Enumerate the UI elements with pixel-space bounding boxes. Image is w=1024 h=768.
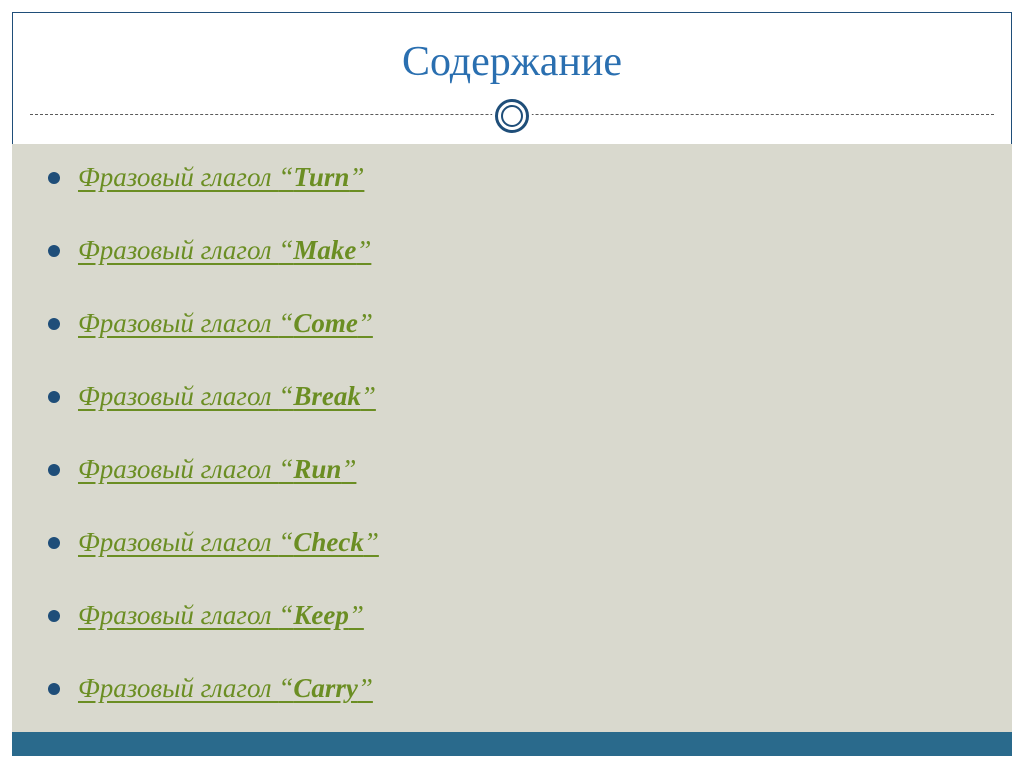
link-prefix: Фразовый глагол: [78, 600, 278, 630]
bullet-icon: [48, 683, 60, 695]
toc-link-carry[interactable]: Фразовый глагол “Carry”: [78, 673, 373, 704]
quote-close: ”: [341, 454, 356, 484]
toc-link-break[interactable]: Фразовый глагол “Break”: [78, 381, 376, 412]
list-item: Фразовый глагол “Check”: [48, 527, 976, 558]
list-item: Фразовый глагол “Run”: [48, 454, 976, 485]
list-item: Фразовый глагол “Carry”: [48, 673, 976, 704]
quote-close: ”: [349, 162, 364, 192]
quote-open: “: [278, 235, 293, 265]
link-verb: Keep: [293, 600, 348, 630]
quote-open: “: [278, 454, 293, 484]
quote-open: “: [278, 162, 293, 192]
link-verb: Carry: [293, 673, 358, 703]
bullet-icon: [48, 537, 60, 549]
quote-open: “: [278, 381, 293, 411]
bullet-icon: [48, 172, 60, 184]
list-item: Фразовый глагол “Turn”: [48, 162, 976, 193]
link-prefix: Фразовый глагол: [78, 162, 278, 192]
bullet-icon: [48, 464, 60, 476]
page-title: Содержание: [0, 38, 1024, 86]
toc-link-check[interactable]: Фразовый глагол “Check”: [78, 527, 379, 558]
quote-close: ”: [364, 527, 379, 557]
quote-close: ”: [358, 673, 373, 703]
link-prefix: Фразовый глагол: [78, 454, 278, 484]
toc-link-keep[interactable]: Фразовый глагол “Keep”: [78, 600, 364, 631]
link-verb: Break: [293, 381, 361, 411]
link-verb: Make: [293, 235, 356, 265]
ring-decoration: [492, 96, 532, 136]
link-prefix: Фразовый глагол: [78, 308, 278, 338]
quote-close: ”: [361, 381, 376, 411]
link-prefix: Фразовый глагол: [78, 381, 278, 411]
link-prefix: Фразовый глагол: [78, 527, 278, 557]
link-verb: Check: [293, 527, 364, 557]
link-verb: Run: [293, 454, 341, 484]
list-item: Фразовый глагол “Break”: [48, 381, 976, 412]
quote-open: “: [278, 673, 293, 703]
list-item: Фразовый глагол “Make”: [48, 235, 976, 266]
bullet-icon: [48, 391, 60, 403]
quote-close: ”: [358, 308, 373, 338]
toc-list: Фразовый глагол “Turn” Фразовый глагол “…: [48, 162, 976, 746]
toc-link-turn[interactable]: Фразовый глагол “Turn”: [78, 162, 364, 193]
list-item: Фразовый глагол “Come”: [48, 308, 976, 339]
link-prefix: Фразовый глагол: [78, 673, 278, 703]
bullet-icon: [48, 318, 60, 330]
link-verb: Turn: [293, 162, 349, 192]
bullet-icon: [48, 610, 60, 622]
list-item: Фразовый глагол “Keep”: [48, 600, 976, 631]
quote-open: “: [278, 527, 293, 557]
link-prefix: Фразовый глагол: [78, 235, 278, 265]
quote-open: “: [278, 600, 293, 630]
link-verb: Come: [293, 308, 358, 338]
toc-link-make[interactable]: Фразовый глагол “Make”: [78, 235, 371, 266]
quote-close: ”: [349, 600, 364, 630]
quote-open: “: [278, 308, 293, 338]
toc-link-run[interactable]: Фразовый глагол “Run”: [78, 454, 356, 485]
toc-link-come[interactable]: Фразовый глагол “Come”: [78, 308, 373, 339]
quote-close: ”: [356, 235, 371, 265]
bullet-icon: [48, 245, 60, 257]
